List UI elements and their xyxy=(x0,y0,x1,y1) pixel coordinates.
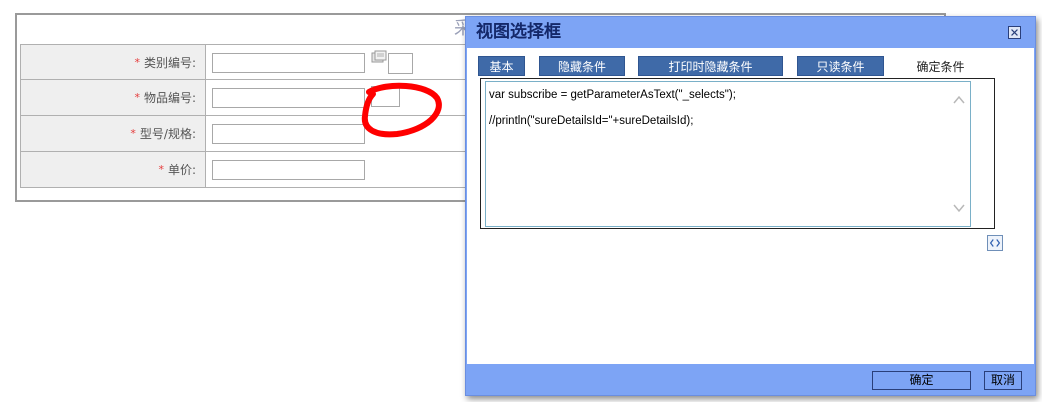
unit-price-input[interactable] xyxy=(212,160,365,180)
required-mark: * xyxy=(134,91,140,104)
editor-frame: var subscribe = getParameterAsText("_sel… xyxy=(480,78,1003,251)
form-label: 型号/规格: xyxy=(139,127,196,141)
view-selector-dialog: 视图选择框 基本 隐藏条件 打印时隐藏条件 只读条件 确定条件 var subs… xyxy=(465,16,1036,396)
form-label-cell: * 单价: xyxy=(20,152,206,187)
tab-print-hide-condition[interactable]: 打印时隐藏条件 xyxy=(638,56,783,76)
required-mark: * xyxy=(130,127,136,140)
ok-button[interactable]: 确定 xyxy=(872,371,971,390)
expand-editor-icon[interactable] xyxy=(987,235,1003,251)
category-code-extra-box[interactable] xyxy=(388,53,413,74)
scroll-down-icon[interactable] xyxy=(952,202,966,214)
model-spec-input[interactable] xyxy=(212,124,365,144)
code-editor[interactable]: var subscribe = getParameterAsText("_sel… xyxy=(485,81,971,227)
tab-confirm-condition[interactable]: 确定条件 xyxy=(898,56,983,76)
required-mark: * xyxy=(134,55,140,69)
dialog-title: 视图选择框 xyxy=(476,22,561,42)
dialog-titlebar[interactable]: 视图选择框 xyxy=(466,17,1035,48)
code-line: //println("sureDetailsId="+sureDetailsId… xyxy=(489,115,694,127)
cancel-button[interactable]: 取消 xyxy=(984,371,1022,390)
form-label-cell: * 型号/规格: xyxy=(20,116,206,151)
form-label: 类别编号: xyxy=(143,55,196,70)
form-label: 物品编号: xyxy=(143,91,196,105)
code-line: var subscribe = getParameterAsText("_sel… xyxy=(489,89,736,101)
required-mark: * xyxy=(158,163,164,176)
scroll-up-icon[interactable] xyxy=(952,94,966,106)
dialog-body: 基本 隐藏条件 打印时隐藏条件 只读条件 确定条件 var subscribe … xyxy=(467,48,1034,364)
item-code-input[interactable] xyxy=(212,88,365,108)
lookup-icon[interactable] xyxy=(371,50,389,64)
tab-hide-condition[interactable]: 隐藏条件 xyxy=(539,56,625,76)
form-label-cell: * 物品编号: xyxy=(20,80,206,115)
dialog-footer: 确定 取消 xyxy=(466,364,1035,396)
close-icon[interactable] xyxy=(1008,26,1021,39)
tab-readonly-condition[interactable]: 只读条件 xyxy=(797,56,884,76)
tab-basic[interactable]: 基本 xyxy=(478,56,525,76)
category-code-input[interactable] xyxy=(212,53,365,73)
form-label: 单价: xyxy=(167,163,196,177)
item-code-extra-box[interactable] xyxy=(371,86,400,107)
form-label-cell: * 类别编号: xyxy=(20,45,206,79)
